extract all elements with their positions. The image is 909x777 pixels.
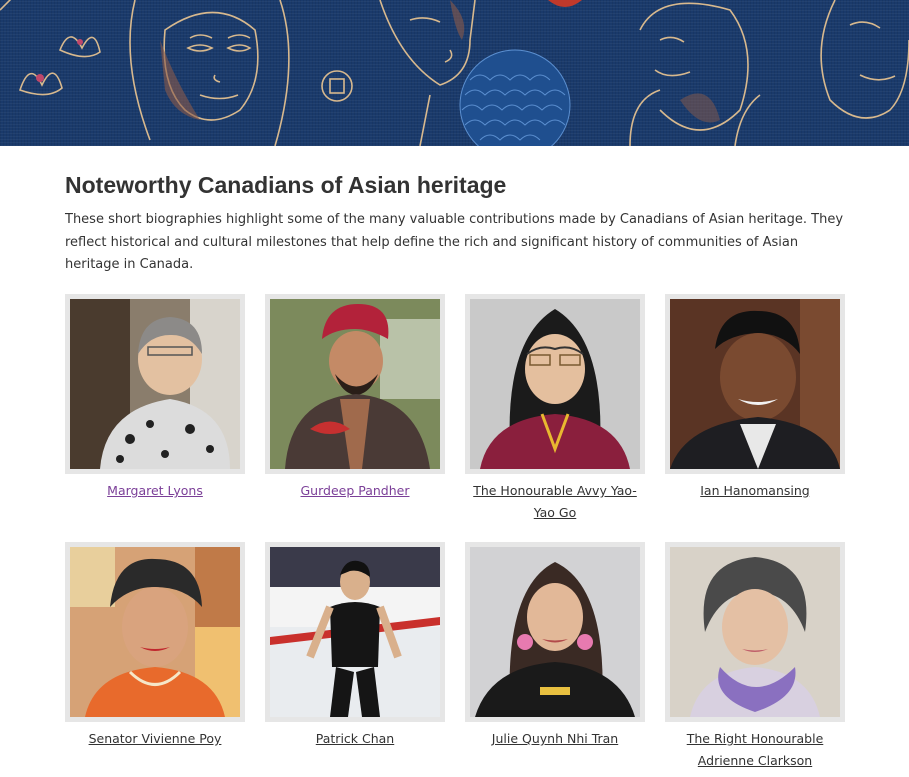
person-card: The Right Honourable Adrienne Clarkson	[665, 542, 845, 772]
julie-quynh-nhi-tran-photo[interactable]	[470, 547, 640, 717]
person-photo-frame[interactable]	[65, 294, 245, 474]
person-photo-frame[interactable]	[265, 542, 445, 722]
person-card: Senator Vivienne Poy	[65, 542, 245, 750]
person-photo-frame[interactable]	[65, 542, 245, 722]
person-photo-frame[interactable]	[465, 294, 645, 474]
person-link-gurdeep-pandher[interactable]: Gurdeep Pandher	[267, 480, 443, 502]
person-card: Julie Quynh Nhi Tran	[465, 542, 645, 750]
wave-pattern-circle-icon	[459, 49, 571, 146]
person-card: Gurdeep Pandher	[265, 294, 445, 502]
person-link-adrienne-clarkson[interactable]: The Right Honourable Adrienne Clarkson	[667, 728, 843, 772]
lotus-flower-icon	[18, 36, 101, 96]
face-line-art-1	[129, 0, 290, 146]
person-photo-frame[interactable]	[265, 294, 445, 474]
banner-artwork	[0, 0, 909, 146]
person-photo-frame[interactable]	[465, 542, 645, 722]
person-link-julie-quynh-nhi-tran[interactable]: Julie Quynh Nhi Tran	[467, 728, 643, 750]
hero-banner	[0, 0, 909, 146]
face-line-art-3	[629, 2, 761, 146]
person-card: Margaret Lyons	[65, 294, 245, 502]
intro-paragraph: These short biographies highlight some o…	[65, 212, 844, 272]
coin-symbol-icon	[321, 70, 353, 102]
face-line-art-4	[820, 0, 909, 119]
person-card: Patrick Chan	[265, 542, 445, 750]
margaret-lyons-photo[interactable]	[70, 299, 240, 469]
avvy-yao-yao-go-photo[interactable]	[470, 299, 640, 469]
patrick-chan-photo[interactable]	[270, 547, 440, 717]
person-link-patrick-chan[interactable]: Patrick Chan	[267, 728, 443, 750]
person-photo-frame[interactable]	[665, 294, 845, 474]
person-link-ian-hanomansing[interactable]: Ian Hanomansing	[667, 480, 843, 502]
person-photo-frame[interactable]	[665, 542, 845, 722]
person-card: The Honourable Avvy Yao-Yao Go	[465, 294, 645, 524]
page-title: Noteworthy Canadians of Asian heritage	[65, 172, 507, 198]
ian-hanomansing-photo[interactable]	[670, 299, 840, 469]
person-link-avvy-yao-yao-go[interactable]: The Honourable Avvy Yao-Yao Go	[467, 480, 643, 524]
person-link-margaret-lyons[interactable]: Margaret Lyons	[67, 480, 243, 502]
adrienne-clarkson-photo[interactable]	[670, 547, 840, 717]
person-link-vivienne-poy[interactable]: Senator Vivienne Poy	[67, 728, 243, 750]
vivienne-poy-photo[interactable]	[70, 547, 240, 717]
person-card: Ian Hanomansing	[665, 294, 845, 502]
gurdeep-pandher-photo[interactable]	[270, 299, 440, 469]
